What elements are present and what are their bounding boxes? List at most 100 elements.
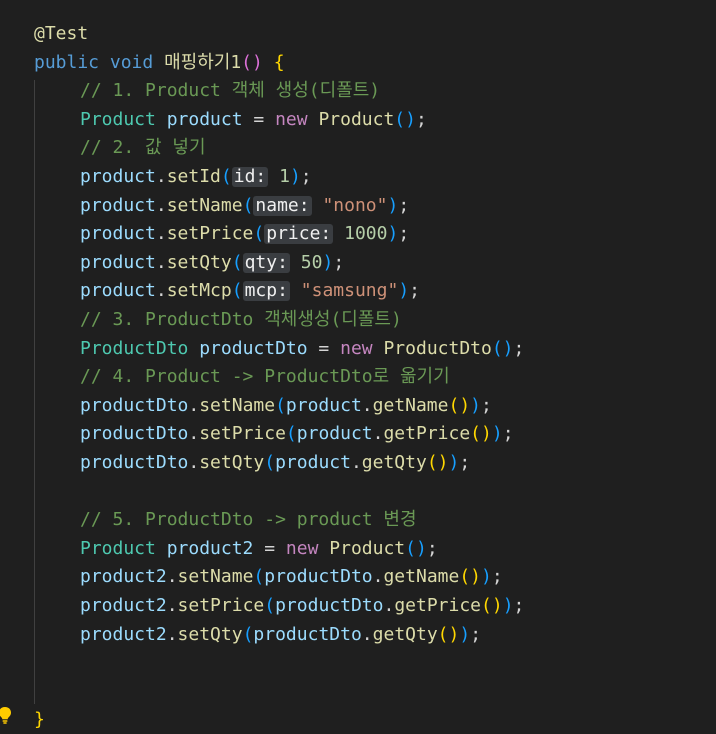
code-token-control-keyword: new <box>285 537 319 559</box>
code-token-variable: productDto <box>80 394 189 416</box>
code-token-plain: . <box>155 194 167 216</box>
code-token-string: "samsung" <box>300 280 399 302</box>
code-token-method: getPrice <box>383 423 471 445</box>
code-token-bracket-blue: ) <box>387 223 399 245</box>
code-token-plain: ; <box>426 537 438 559</box>
code-token-variable: product <box>80 251 156 273</box>
code-token-method: getQty <box>372 623 438 645</box>
code-token-plain: = <box>242 108 276 130</box>
code-token-plain: . <box>188 423 200 445</box>
code-token-method: getQty <box>361 452 427 473</box>
code-token-plain: . <box>166 566 178 588</box>
code-token-bracket-blue: ( <box>275 394 286 416</box>
code-token-bracket-blue: ( <box>264 595 276 616</box>
code-token-bracket-blue: ( <box>253 223 265 245</box>
code-token-variable: product2 <box>80 595 167 616</box>
code-token-method: setMcp <box>166 280 232 302</box>
code-token-plain: ; <box>502 423 514 445</box>
code-token-control-keyword: new <box>275 108 308 130</box>
code-line[interactable]: product.setMcp(mcp: "samsung"); <box>80 277 420 305</box>
code-line[interactable]: // 5. ProductDto -> product 변경 <box>80 506 417 534</box>
code-token-method: 매핑하기1 <box>164 51 242 73</box>
code-token-bracket-blue: ) <box>289 166 301 187</box>
code-token-variable: product <box>80 194 156 216</box>
code-token-bracket-blue: ( <box>242 623 254 645</box>
code-token-bracket-blue: () <box>491 337 514 359</box>
code-token-method: setName <box>177 566 254 588</box>
code-line[interactable]: Product product = new Product(); <box>80 106 427 134</box>
code-token-bracket-blue: ) <box>491 423 503 445</box>
code-token-bracket-blue: ( <box>220 166 232 187</box>
code-line[interactable]: product.setId(id: 1); <box>80 163 312 191</box>
code-token-variable: product <box>80 166 156 187</box>
code-token-plain: . <box>350 452 362 473</box>
code-line[interactable]: ProductDto productDto = new ProductDto()… <box>80 335 524 363</box>
code-line[interactable]: productDto.setName(product.getName()); <box>80 392 492 420</box>
code-token-comment: // 1. Product 객체 생성(디폴트) <box>80 80 381 102</box>
code-editor[interactable]: @Test public void 매핑하기1() { // 1. Product … <box>0 0 716 730</box>
code-line[interactable]: productDto.setPrice(product.getPrice()); <box>80 420 514 448</box>
code-token-plain: ; <box>300 166 312 187</box>
code-token-bracket-blue: () <box>405 537 427 559</box>
code-line[interactable]: product2.setName(productDto.getName()); <box>80 563 503 591</box>
code-token-bracket-gold: () <box>470 423 492 445</box>
code-token-plain: . <box>155 280 167 302</box>
code-token-method: getName <box>383 566 460 588</box>
code-token-variable: product <box>285 394 362 416</box>
code-token-variable: product <box>166 108 243 130</box>
code-token-plain: . <box>188 452 200 473</box>
code-token-string: "nono" <box>322 194 388 216</box>
code-token-plain: . <box>372 423 384 445</box>
code-token-plain: ; <box>398 223 410 245</box>
code-token-variable: product2 <box>80 566 167 588</box>
code-token-plain: . <box>383 595 395 616</box>
code-token-bracket-blue: ) <box>481 566 492 588</box>
code-line[interactable]: @Test <box>34 20 88 48</box>
code-token-method: setName <box>166 194 243 216</box>
code-token-bracket-gold: { <box>273 51 285 73</box>
parameter-hint: price: <box>264 223 334 245</box>
code-token-variable: product <box>80 223 156 245</box>
code-token-bracket-blue: ) <box>398 280 410 302</box>
code-line[interactable]: product.setQty(qty: 50); <box>80 249 344 277</box>
code-line[interactable]: productDto.setQty(product.getQty()); <box>80 449 470 477</box>
code-token-plain: . <box>155 166 167 187</box>
code-token-method: setQty <box>199 452 265 473</box>
code-token-plain: . <box>188 394 200 416</box>
code-token-plain: ; <box>398 194 410 216</box>
code-line[interactable]: // 3. ProductDto 객체생성(디폴트) <box>80 306 402 334</box>
code-line[interactable]: // 2. 값 넣기 <box>80 134 206 162</box>
lightbulb-icon[interactable] <box>0 706 12 724</box>
code-line[interactable]: Product product2 = new Product(); <box>80 535 438 563</box>
code-token-plain: . <box>372 566 384 588</box>
code-token-bracket-gold: () <box>448 394 471 416</box>
code-token-plain: = <box>253 537 286 559</box>
code-token-method: setPrice <box>166 223 254 245</box>
code-line[interactable]: public void 매핑하기1() { <box>34 49 285 77</box>
code-token-bracket-gold: () <box>426 452 449 473</box>
indent-guide <box>34 80 35 704</box>
code-token-variable: product <box>275 452 351 473</box>
code-line[interactable]: product2.setPrice(productDto.getPrice())… <box>80 592 524 620</box>
code-token-method: setPrice <box>177 595 265 616</box>
code-token-type: Product <box>80 537 156 559</box>
code-token-bracket-blue: ) <box>502 595 514 616</box>
code-token-bracket-blue: ) <box>448 452 460 473</box>
code-line[interactable]: // 4. Product -> ProductDto로 옮기기 <box>80 363 450 391</box>
code-line[interactable]: product2.setQty(productDto.getQty()); <box>80 621 481 649</box>
code-token-control-keyword: new <box>340 337 373 359</box>
parameter-hint: mcp: <box>242 280 290 302</box>
code-token-variable: productDto <box>264 566 373 588</box>
code-line[interactable]: product.setName(name: "nono"); <box>80 192 409 220</box>
code-line[interactable]: // 1. Product 객체 생성(디폴트) <box>80 77 380 105</box>
code-token-method: setQty <box>177 623 243 645</box>
code-token-plain: ; <box>513 595 525 616</box>
code-token-comment: // 2. 값 넣기 <box>80 137 206 159</box>
code-line[interactable]: product.setPrice(price: 1000); <box>80 220 409 248</box>
